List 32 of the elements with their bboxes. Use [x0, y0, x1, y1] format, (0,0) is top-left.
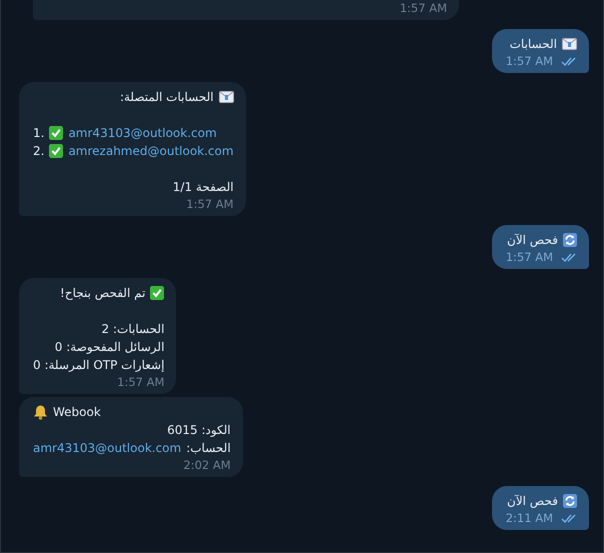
list-number: 2.	[33, 143, 44, 160]
message-text: الحسابات	[510, 36, 557, 53]
checkmark-icon	[49, 144, 64, 158]
message-text: الرسائل المفحوصة: 0	[54, 339, 164, 356]
message-time: 1:57 AM	[506, 249, 553, 265]
message-time: 1:57 AM	[506, 53, 553, 69]
email-link[interactable]: amr43103@outlook.com	[68, 124, 217, 142]
message-time: 1:57 AM	[186, 196, 234, 212]
message-time: 1:57 AM	[400, 0, 447, 16]
checkmark-icon	[49, 126, 64, 140]
message-text: فحص الآن	[507, 232, 558, 249]
list-number: 1.	[33, 125, 44, 142]
refresh-icon	[563, 494, 577, 508]
message-text: تم الفحص بنجاح!	[60, 285, 146, 302]
message-text: الحسابات المتصلة:	[120, 89, 214, 106]
message-text: إشعارات OTP المرسلة: 0	[33, 357, 164, 374]
message-text: الصفحة 1/1	[172, 179, 234, 196]
message-text: الكود: 6015	[167, 422, 231, 439]
refresh-icon	[563, 233, 577, 247]
checkmark-icon	[150, 286, 164, 300]
email-link[interactable]: amr43103@outlook.com	[33, 439, 182, 457]
message-time: 1:57 AM	[117, 374, 164, 390]
message-time: 2:11 AM	[506, 510, 553, 526]
envelope-icon	[562, 38, 577, 50]
envelope-icon	[218, 91, 234, 103]
message-time: 2:02 AM	[183, 457, 231, 473]
message-text: الحساب:	[186, 440, 231, 457]
message-text: الحسابات: 2	[102, 321, 164, 338]
message-text: فحص الآن	[507, 493, 558, 510]
bell-icon	[33, 404, 48, 420]
email-link[interactable]: amrezahmed@outlook.com	[68, 142, 234, 160]
message-text: Webook	[53, 404, 101, 421]
